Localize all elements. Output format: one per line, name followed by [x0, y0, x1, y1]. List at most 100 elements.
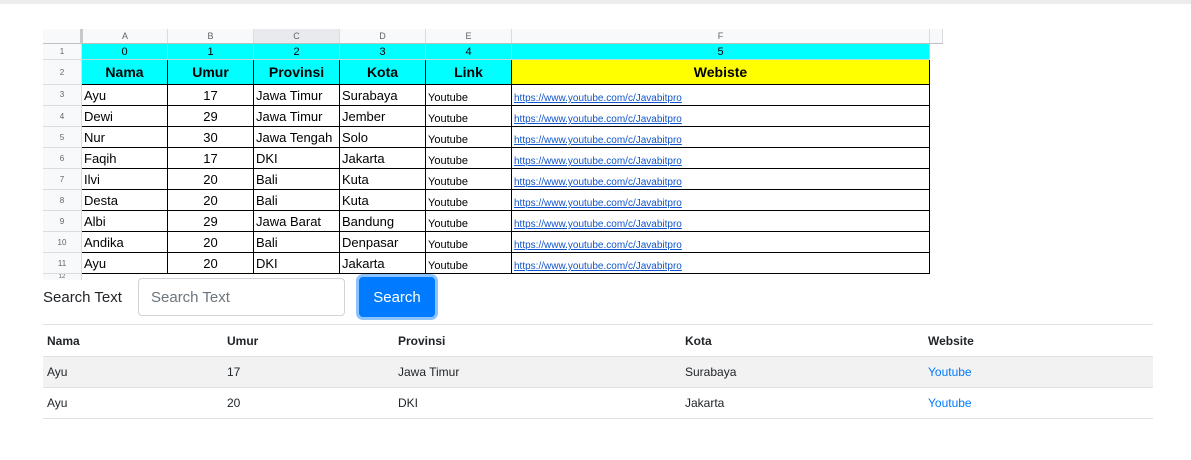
cell-website[interactable]: https://www.youtube.com/c/Javabitpro [511, 252, 930, 274]
website-link[interactable]: https://www.youtube.com/c/Javabitpro [514, 93, 682, 104]
column-header-a[interactable]: A [81, 29, 168, 44]
row-number[interactable]: 1 [43, 43, 82, 60]
row-number[interactable]: 10 [43, 231, 82, 253]
cell-provinsi[interactable]: Jawa Barat [253, 210, 340, 232]
cell-link[interactable]: Youtube [425, 168, 512, 190]
cell-website[interactable]: https://www.youtube.com/c/Javabitpro [511, 231, 930, 253]
cell-nama[interactable]: Dewi [81, 105, 168, 127]
cell-website[interactable]: https://www.youtube.com/c/Javabitpro [511, 126, 930, 148]
column-header-e[interactable]: E [425, 29, 512, 44]
cell-link[interactable]: Youtube [425, 231, 512, 253]
row-number[interactable]: 11 [43, 252, 82, 274]
cell-provinsi[interactable]: Jawa Tengah [253, 126, 340, 148]
cell-kota[interactable]: Jakarta [339, 252, 426, 274]
cell-link[interactable]: Youtube [425, 84, 512, 106]
cell-umur[interactable]: 20 [167, 189, 254, 211]
column-header-c[interactable]: C [253, 29, 340, 44]
cell-umur[interactable]: 30 [167, 126, 254, 148]
cell-kota[interactable]: Solo [339, 126, 426, 148]
website-link[interactable]: https://www.youtube.com/c/Javabitpro [514, 135, 682, 146]
row-number[interactable]: 7 [43, 168, 82, 190]
sheet-corner[interactable] [43, 29, 83, 44]
cell-nama[interactable]: Faqih [81, 147, 168, 169]
cell-provinsi[interactable]: Bali [253, 231, 340, 253]
website-link[interactable]: https://www.youtube.com/c/Javabitpro [514, 156, 682, 167]
cell-website[interactable]: https://www.youtube.com/c/Javabitpro [511, 84, 930, 106]
cell-provinsi[interactable]: Bali [253, 189, 340, 211]
cell-website[interactable]: https://www.youtube.com/c/Javabitpro [511, 147, 930, 169]
search-button[interactable]: Search [359, 277, 435, 317]
result-website-link[interactable]: Youtube [928, 365, 972, 379]
cell-nama[interactable]: Albi [81, 210, 168, 232]
cell-website[interactable]: https://www.youtube.com/c/Javabitpro [511, 189, 930, 211]
cell-link[interactable]: Youtube [425, 147, 512, 169]
cell-provinsi[interactable]: Bali [253, 168, 340, 190]
cell-website[interactable]: https://www.youtube.com/c/Javabitpro [511, 210, 930, 232]
cell-nama[interactable]: Nur [81, 126, 168, 148]
cell-link[interactable]: Youtube [425, 189, 512, 211]
index-cell[interactable]: 0 [81, 43, 168, 60]
index-cell[interactable]: 4 [425, 43, 512, 60]
row-number[interactable]: 5 [43, 126, 82, 148]
website-link[interactable]: https://www.youtube.com/c/Javabitpro [514, 261, 682, 272]
row-number[interactable]: 9 [43, 210, 82, 232]
website-link[interactable]: https://www.youtube.com/c/Javabitpro [514, 219, 682, 230]
cell-kota[interactable]: Surabaya [339, 84, 426, 106]
index-cell[interactable]: 3 [339, 43, 426, 60]
cell-nama[interactable]: Ayu [81, 84, 168, 106]
cell-provinsi[interactable]: Jawa Timur [253, 84, 340, 106]
row-number[interactable]: 3 [43, 84, 82, 106]
cell-website[interactable]: https://www.youtube.com/c/Javabitpro [511, 105, 930, 127]
cell-kota[interactable]: Kuta [339, 189, 426, 211]
cell-link[interactable]: Youtube [425, 105, 512, 127]
search-input[interactable] [138, 278, 345, 316]
column-header-f[interactable]: F [511, 29, 930, 44]
header-cell-website[interactable]: Webiste [511, 59, 930, 85]
cell-provinsi[interactable]: Jawa Timur [253, 105, 340, 127]
header-cell-provinsi[interactable]: Provinsi [253, 59, 340, 85]
cell-umur[interactable]: 29 [167, 105, 254, 127]
cell-nama[interactable]: Desta [81, 189, 168, 211]
cell-kota[interactable]: Jakarta [339, 147, 426, 169]
row-number[interactable]: 2 [43, 59, 82, 85]
cell-umur[interactable]: 17 [167, 147, 254, 169]
cell-link[interactable]: Youtube [425, 210, 512, 232]
column-header-b[interactable]: B [167, 29, 254, 44]
cell-nama[interactable]: Andika [81, 231, 168, 253]
cell-kota[interactable]: Bandung [339, 210, 426, 232]
header-cell-kota[interactable]: Kota [339, 59, 426, 85]
row-number[interactable]: 12 [43, 273, 82, 280]
cell-umur[interactable]: 29 [167, 210, 254, 232]
column-header-d[interactable]: D [339, 29, 426, 44]
index-cell[interactable]: 2 [253, 43, 340, 60]
row-number[interactable]: 4 [43, 105, 82, 127]
cell-nama[interactable]: Ilvi [81, 168, 168, 190]
cell-kota[interactable]: Jember [339, 105, 426, 127]
index-cell[interactable]: 1 [167, 43, 254, 60]
row-number[interactable]: 6 [43, 147, 82, 169]
website-link[interactable]: https://www.youtube.com/c/Javabitpro [514, 114, 682, 125]
website-link[interactable]: https://www.youtube.com/c/Javabitpro [514, 240, 682, 251]
cell-umur[interactable]: 20 [167, 168, 254, 190]
header-cell-nama[interactable]: Nama [81, 59, 168, 85]
index-cell[interactable]: 5 [511, 43, 930, 60]
cell-link[interactable]: Youtube [425, 126, 512, 148]
website-link[interactable]: https://www.youtube.com/c/Javabitpro [514, 198, 682, 209]
header-cell-link[interactable]: Link [425, 59, 512, 85]
result-website-link[interactable]: Youtube [928, 396, 972, 410]
cell-provinsi[interactable]: DKI [253, 252, 340, 274]
sheet-row: 3 Ayu 17 Jawa Timur Surabaya Youtube https://w… [43, 84, 943, 106]
cell-website[interactable]: https://www.youtube.com/c/Javabitpro [511, 168, 930, 190]
cell-link[interactable]: Youtube [425, 252, 512, 274]
cell-kota[interactable]: Kuta [339, 168, 426, 190]
row-number[interactable]: 8 [43, 189, 82, 211]
cell-kota[interactable]: Denpasar [339, 231, 426, 253]
cell-umur[interactable]: 20 [167, 231, 254, 253]
column-header-g[interactable] [929, 29, 943, 44]
cell-provinsi[interactable]: DKI [253, 147, 340, 169]
header-cell-umur[interactable]: Umur [167, 59, 254, 85]
cell-nama[interactable]: Ayu [81, 252, 168, 274]
website-link[interactable]: https://www.youtube.com/c/Javabitpro [514, 177, 682, 188]
cell-umur[interactable]: 17 [167, 84, 254, 106]
cell-umur[interactable]: 20 [167, 252, 254, 274]
